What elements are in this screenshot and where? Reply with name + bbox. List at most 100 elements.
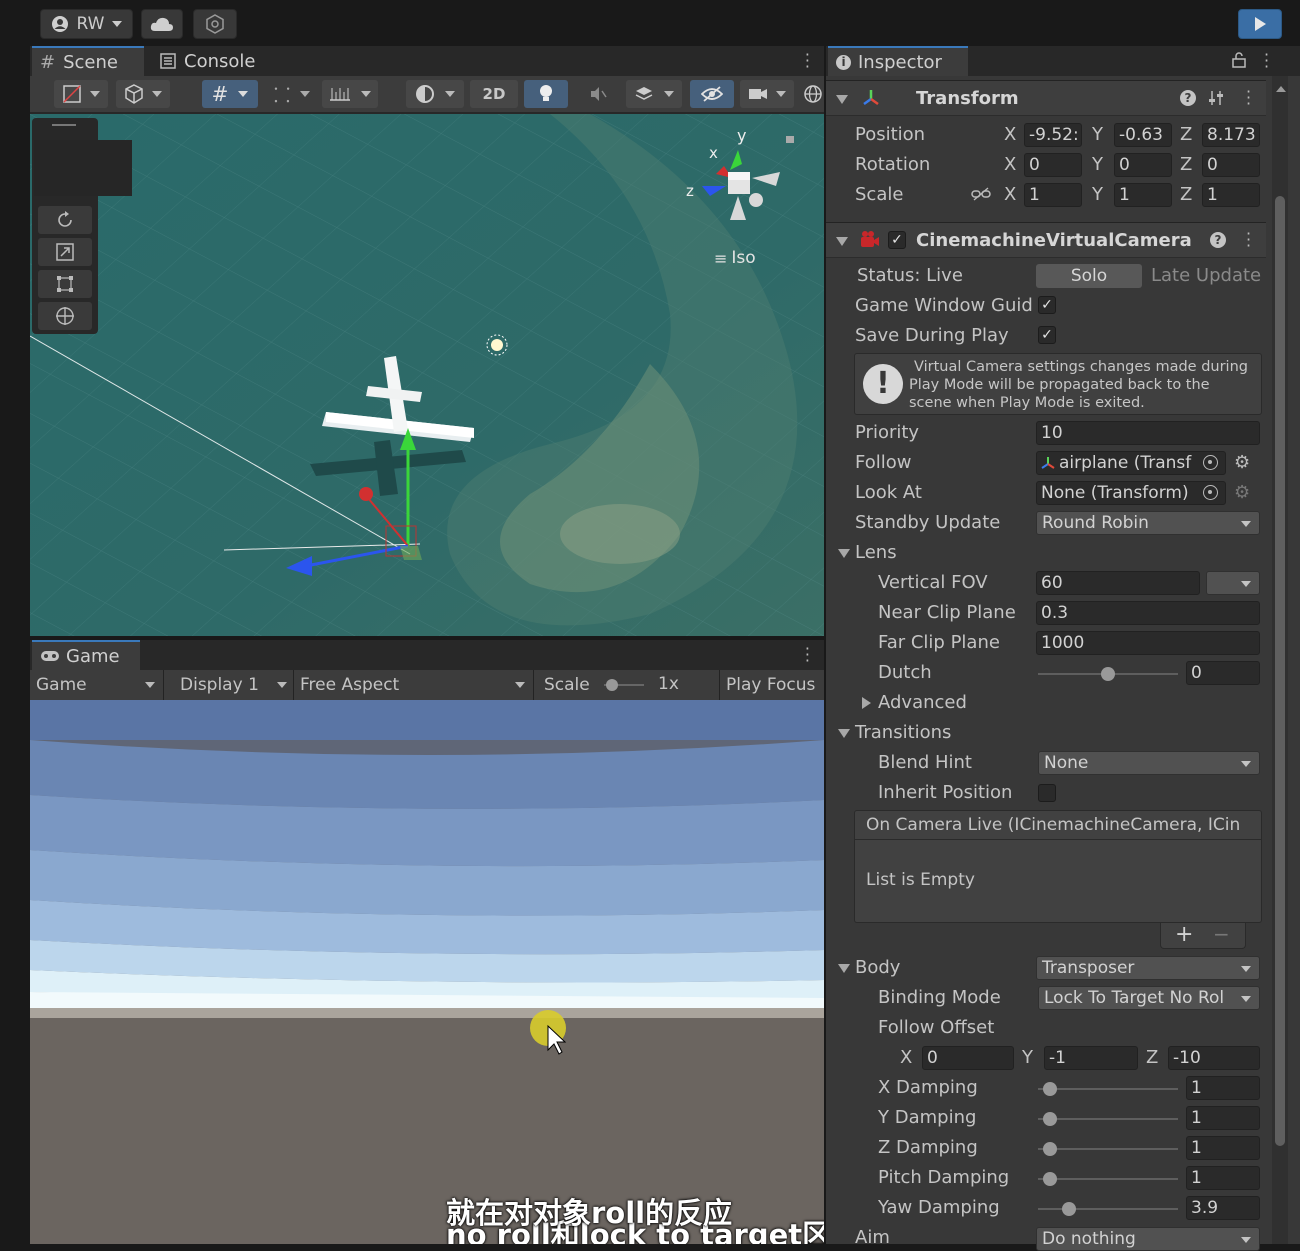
rotation-x-field[interactable]: 0 [1024, 153, 1082, 177]
scale-y-field[interactable]: 1 [1114, 183, 1172, 207]
lens-label[interactable]: Lens [855, 542, 897, 563]
fov-preset-dropdown[interactable] [1206, 571, 1260, 595]
tab-game[interactable]: Game [32, 640, 140, 670]
play-button[interactable] [1238, 9, 1282, 39]
rotation-y-field[interactable]: 0 [1114, 153, 1172, 177]
view-dropdown[interactable]: Game [30, 670, 164, 700]
vcam-enabled-checkbox[interactable]: ✓ [888, 231, 906, 249]
transform-header[interactable]: Transform ? · · · [826, 80, 1266, 116]
draw-mode-button[interactable] [54, 80, 108, 108]
transitions-label[interactable]: Transitions [855, 722, 951, 743]
inherit-position-checkbox[interactable] [1038, 784, 1056, 802]
solo-button[interactable]: Solo [1036, 264, 1142, 288]
scale-x-field[interactable]: 1 [1024, 183, 1082, 207]
lighting-toggle[interactable] [524, 80, 568, 108]
z-damping-slider-knob[interactable] [1043, 1142, 1057, 1156]
aim-dropdown[interactable]: Do nothing [1036, 1227, 1260, 1251]
render-mode-button[interactable] [116, 80, 170, 108]
y-damping-slider-knob[interactable] [1043, 1112, 1057, 1126]
standby-update-dropdown[interactable]: Round Robin [1036, 511, 1260, 535]
gear-icon[interactable]: ⚙ [1234, 482, 1250, 503]
projection-toggle[interactable]: ≡ Iso [714, 248, 756, 268]
scale-slider-knob[interactable] [606, 679, 618, 691]
game-window-guides-checkbox[interactable]: ✓ [1038, 296, 1056, 314]
binding-mode-dropdown[interactable]: Lock To Target No Rol [1038, 986, 1260, 1010]
grid-snap-button[interactable]: # [202, 80, 258, 108]
collapse-icon[interactable] [836, 95, 848, 104]
pitch-damping-slider-track[interactable] [1038, 1178, 1178, 1180]
scene-visibility-toggle[interactable] [690, 80, 734, 108]
aim-label[interactable]: Aim [855, 1227, 890, 1248]
more-menu-icon[interactable]: · · · [805, 47, 810, 75]
collapse-icon[interactable] [836, 237, 848, 246]
gizmos-button[interactable] [802, 80, 824, 108]
inspector-scrollbar[interactable] [1272, 76, 1288, 1244]
follow-offset-y-field[interactable]: -1 [1044, 1046, 1138, 1070]
tab-scene[interactable]: # Scene [32, 46, 144, 76]
play-focus-dropdown[interactable]: Play Focus [720, 670, 824, 700]
position-y-field[interactable]: -0.63 [1114, 123, 1172, 147]
aspect-dropdown[interactable]: Free Aspect [294, 670, 534, 700]
scrollbar-thumb[interactable] [1275, 196, 1285, 1146]
body-foldout-icon[interactable] [838, 964, 850, 973]
tab-inspector[interactable]: i Inspector [828, 46, 968, 76]
scale-z-field[interactable]: 1 [1202, 183, 1260, 207]
pitch-damping-field[interactable]: 1 [1186, 1166, 1260, 1190]
camera-settings-button[interactable] [740, 80, 794, 108]
x-damping-field[interactable]: 1 [1186, 1076, 1260, 1100]
lock-icon[interactable] [1232, 52, 1246, 68]
scale-tool[interactable] [38, 238, 92, 266]
z-damping-slider-track[interactable] [1038, 1148, 1178, 1150]
rect-tool[interactable] [38, 270, 92, 298]
pitch-damping-slider-knob[interactable] [1043, 1172, 1057, 1186]
scene-viewport[interactable]: y x z ≡ Iso [30, 114, 824, 636]
advanced-foldout-icon[interactable] [862, 697, 871, 709]
position-z-field[interactable]: 8.173 [1202, 123, 1260, 147]
yaw-damping-field[interactable]: 3.9 [1186, 1196, 1260, 1220]
snap-increment-button[interactable]: ⸬ [266, 80, 318, 108]
y-damping-slider-track[interactable] [1038, 1118, 1178, 1120]
scroll-up-icon[interactable] [1276, 86, 1286, 92]
advanced-label[interactable]: Advanced [878, 692, 967, 713]
lock-icon[interactable] [786, 136, 794, 143]
rotate-tool[interactable] [38, 206, 92, 234]
yaw-damping-slider-track[interactable] [1038, 1208, 1178, 1210]
remove-item-button[interactable]: − [1213, 922, 1230, 946]
save-during-play-checkbox[interactable]: ✓ [1038, 326, 1056, 344]
object-picker-icon[interactable] [1203, 455, 1218, 470]
more-menu-icon[interactable]: · · · [1246, 226, 1251, 254]
transform-tool[interactable] [38, 302, 92, 330]
follow-offset-x-field[interactable]: 0 [922, 1046, 1014, 1070]
x-damping-slider-knob[interactable] [1043, 1082, 1057, 1096]
mode-2d-button[interactable]: 2D [470, 80, 518, 108]
y-damping-field[interactable]: 1 [1186, 1106, 1260, 1130]
dutch-field[interactable]: 0 [1186, 661, 1260, 685]
game-viewport[interactable]: no roll和lock to target区别 [30, 700, 824, 1244]
far-clip-field[interactable]: 1000 [1036, 631, 1260, 655]
drag-handle[interactable] [52, 124, 76, 126]
yaw-damping-slider-knob[interactable] [1062, 1202, 1076, 1216]
vertical-fov-field[interactable]: 60 [1036, 571, 1200, 595]
draw-shaded-button[interactable] [406, 80, 464, 108]
more-menu-icon[interactable]: · · · [805, 641, 810, 669]
audio-toggle[interactable] [576, 80, 620, 108]
cloud-button[interactable] [141, 9, 183, 39]
x-damping-slider-track[interactable] [1038, 1088, 1178, 1090]
help-icon[interactable]: ? [1210, 232, 1226, 248]
look-at-field[interactable]: None (Transform) [1036, 481, 1226, 505]
follow-field[interactable]: airplane (Transf [1036, 451, 1226, 475]
transitions-foldout-icon[interactable] [838, 729, 850, 738]
body-label[interactable]: Body [855, 957, 900, 978]
blend-hint-dropdown[interactable]: None [1038, 751, 1260, 775]
body-dropdown[interactable]: Transposer [1036, 956, 1260, 980]
gear-icon[interactable]: ⚙ [1234, 452, 1250, 473]
follow-offset-z-field[interactable]: -10 [1168, 1046, 1260, 1070]
lens-foldout-icon[interactable] [838, 549, 850, 558]
priority-field[interactable]: 10 [1036, 421, 1260, 445]
rotation-z-field[interactable]: 0 [1202, 153, 1260, 177]
add-item-button[interactable]: + [1175, 922, 1193, 947]
collab-button[interactable] [193, 9, 237, 39]
display-dropdown[interactable]: Display 1 [172, 670, 294, 700]
more-menu-icon[interactable]: · · · [1264, 47, 1269, 75]
help-icon[interactable]: ? [1180, 90, 1196, 106]
